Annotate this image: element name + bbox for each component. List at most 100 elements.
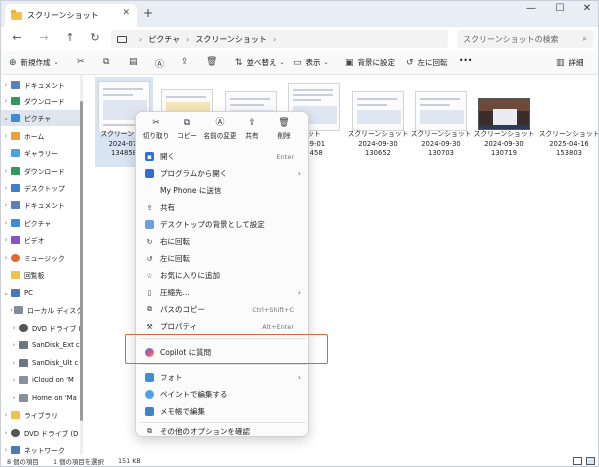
sidebar-item-documents-2[interactable]: › ドキュメント	[1, 197, 83, 213]
new-button[interactable]: ⊕ 新規作成 ⌄	[9, 57, 63, 68]
tab-screenshots[interactable]: スクリーンショット ✕	[5, 4, 137, 27]
up-arrow-icon[interactable]: ↑	[62, 31, 78, 44]
new-tab-button[interactable]: +	[143, 6, 153, 20]
menu-item-open-with[interactable]: プログラムから開く ›	[136, 165, 310, 182]
sidebar-item-dvd-drive[interactable]: › DVD ドライブ (	[1, 320, 83, 336]
sidebar-item-gallery[interactable]: ギャラリー	[1, 145, 83, 161]
minimize-button[interactable]: —	[521, 3, 541, 14]
shortcut-text: Alt+Enter	[262, 322, 294, 331]
large-icons-view-icon[interactable]	[586, 457, 595, 465]
sidebar-item-documents[interactable]: › ドキュメント	[1, 77, 83, 93]
chevron-right-icon[interactable]: ›	[1, 184, 11, 192]
sidebar-item-dvd-drive-d[interactable]: › DVD ドライブ (D	[1, 425, 83, 441]
rotate-left-button[interactable]: ↺ 左に回転	[406, 57, 448, 68]
paste-button[interactable]: ▤	[129, 57, 142, 67]
photos-icon	[145, 373, 154, 382]
chevron-right-icon[interactable]: ›	[9, 376, 19, 384]
more-options-button[interactable]: •••	[459, 56, 472, 65]
sidebar-item-music[interactable]: › ミュージック	[1, 250, 83, 266]
view-button[interactable]: ▭ 表示 ⌄	[293, 57, 333, 68]
drive-icon	[13, 306, 23, 314]
file-name[interactable]: スクリーンショット 2025-04-16 153803	[536, 130, 598, 159]
sidebar-item-downloads[interactable]: › ダウンロード	[1, 93, 83, 109]
breadcrumb-pictures[interactable]: ピクチャ	[148, 34, 180, 45]
chevron-right-icon[interactable]: ›	[1, 411, 11, 419]
menu-item-photos[interactable]: フォト ›	[136, 369, 310, 386]
chevron-right-icon[interactable]: ›	[1, 219, 11, 227]
sidebar-item-libraries[interactable]: › ライブラリ	[1, 407, 83, 423]
chevron-right-icon[interactable]: ›	[9, 359, 19, 367]
close-window-button[interactable]: ✕	[577, 3, 597, 14]
details-button[interactable]: ▥ 詳細	[556, 57, 584, 68]
item-count: 8 個の項目	[7, 458, 39, 466]
details-view-icon[interactable]	[573, 457, 582, 465]
chevron-down-icon[interactable]: ⌄	[1, 114, 11, 122]
set-background-button[interactable]: ▣ 背景に設定	[345, 57, 395, 68]
share-button[interactable]: ⇪	[181, 57, 193, 67]
chevron-right-icon[interactable]: ›	[1, 167, 11, 175]
menu-item-set-desktop-background[interactable]: デスクトップの背景として設定	[136, 216, 310, 233]
chevron-right-icon[interactable]: ›	[9, 341, 19, 349]
menu-item-add-to-favorites[interactable]: ☆ お気に入りに追加	[136, 267, 310, 284]
sidebar-item-pictures[interactable]: ⌄ ピクチャ	[1, 110, 83, 126]
cut-button[interactable]: ✂	[77, 57, 89, 67]
copy-button[interactable]: ⧉	[103, 57, 113, 67]
menu-item-properties[interactable]: ⚒ プロパティ Alt+Enter	[136, 318, 310, 335]
file-name[interactable]: スクリーンショット 2024-09-30 130652	[345, 130, 411, 159]
menu-item-rotate-left[interactable]: ↺ 左に回転	[136, 250, 310, 267]
file-thumbnail[interactable]	[352, 91, 404, 131]
chevron-right-icon[interactable]: ›	[1, 201, 11, 209]
menu-item-edit-with-paint[interactable]: ペイントで編集する	[136, 386, 310, 403]
file-name[interactable]: スクリーンショット 2024-09-30 130719	[471, 130, 537, 159]
chevron-right-icon[interactable]: ›	[9, 394, 19, 402]
sidebar-item-circular[interactable]: 回覧板	[1, 267, 83, 283]
sidebar-item-home[interactable]: › ホーム	[1, 128, 83, 144]
file-thumbnail[interactable]	[478, 98, 530, 130]
sidebar-item-icloud[interactable]: › iCloud on 'M	[1, 372, 83, 388]
chevron-right-icon[interactable]: ›	[1, 429, 11, 437]
sidebar-item-pc[interactable]: ⌄ PC	[1, 285, 83, 301]
file-name[interactable]: スクリーンショット 2024-09-30 130703	[408, 130, 474, 159]
chevron-right-icon[interactable]: ›	[1, 81, 11, 89]
sidebar-item-sandisk-ult[interactable]: › SanDisk_Ult c	[1, 355, 83, 371]
sidebar-scrollbar-thumb[interactable]	[80, 101, 83, 421]
chevron-right-icon[interactable]: ›	[1, 446, 11, 454]
back-arrow-icon[interactable]: ←	[9, 31, 25, 44]
chevron-right-icon[interactable]: ›	[1, 254, 11, 262]
address-bar[interactable]: › ピクチャ › スクリーンショット ›	[111, 30, 448, 48]
rename-button[interactable]: Ⓐ	[155, 57, 168, 70]
sort-button[interactable]: ⇅ 並べ替え ⌄	[235, 57, 289, 68]
chevron-right-icon[interactable]: ›	[1, 97, 11, 105]
sidebar-item-sandisk-ext[interactable]: › SanDisk_Ext c	[1, 337, 83, 353]
sidebar-item-downloads-2[interactable]: › ダウンロード	[1, 163, 83, 179]
sidebar-item-local-disk[interactable]: › ローカル ディスク	[1, 302, 83, 318]
chevron-right-icon[interactable]: ›	[1, 236, 11, 244]
maximize-button[interactable]: ☐	[550, 3, 570, 14]
menu-item-open[interactable]: ▪ 開く Enter	[136, 148, 310, 165]
menu-item-edit-with-notepad[interactable]: メモ帳で編集	[136, 403, 310, 420]
delete-action[interactable]: 🗑 削除	[264, 117, 304, 140]
forward-arrow-icon[interactable]: →	[36, 31, 52, 44]
menu-item-compress-to[interactable]: ▯ 圧縮先... ›	[136, 284, 310, 301]
sidebar-item-home-mac[interactable]: › Home on 'Ma	[1, 390, 83, 406]
pc-icon	[11, 289, 20, 297]
menu-item-copy-path[interactable]: ⧉ パスのコピー Ctrl+Shift+C	[136, 301, 310, 318]
sidebar-item-videos[interactable]: › ビデオ	[1, 232, 83, 248]
breadcrumb-screenshots[interactable]: スクリーンショット	[195, 34, 267, 45]
sidebar-item-label: DVD ドライブ (	[32, 325, 82, 333]
delete-button[interactable]: 🗑	[206, 57, 221, 67]
file-thumbnail[interactable]	[543, 91, 595, 129]
tab-close-icon[interactable]: ✕	[122, 8, 130, 18]
refresh-icon[interactable]: ↻	[87, 31, 103, 44]
menu-item-rotate-right[interactable]: ↻ 右に回転	[136, 233, 310, 250]
chevron-right-icon[interactable]: ›	[9, 324, 19, 332]
chevron-right-icon[interactable]: ›	[1, 132, 11, 140]
menu-item-send-to-phone[interactable]: My Phone に送信	[136, 182, 310, 199]
sidebar-item-desktop[interactable]: › デスクトップ	[1, 180, 83, 196]
search-input[interactable]: スクリーンショットの検索 ⌕	[457, 30, 593, 48]
chevron-down-icon[interactable]: ⌄	[1, 289, 11, 297]
file-thumbnail[interactable]	[415, 91, 467, 131]
sidebar-item-pictures-2[interactable]: › ピクチャ	[1, 215, 83, 231]
menu-item-more-options[interactable]: ⧉ その他のオプションを確認	[136, 425, 310, 438]
menu-item-share[interactable]: ⇪ 共有	[136, 199, 310, 216]
